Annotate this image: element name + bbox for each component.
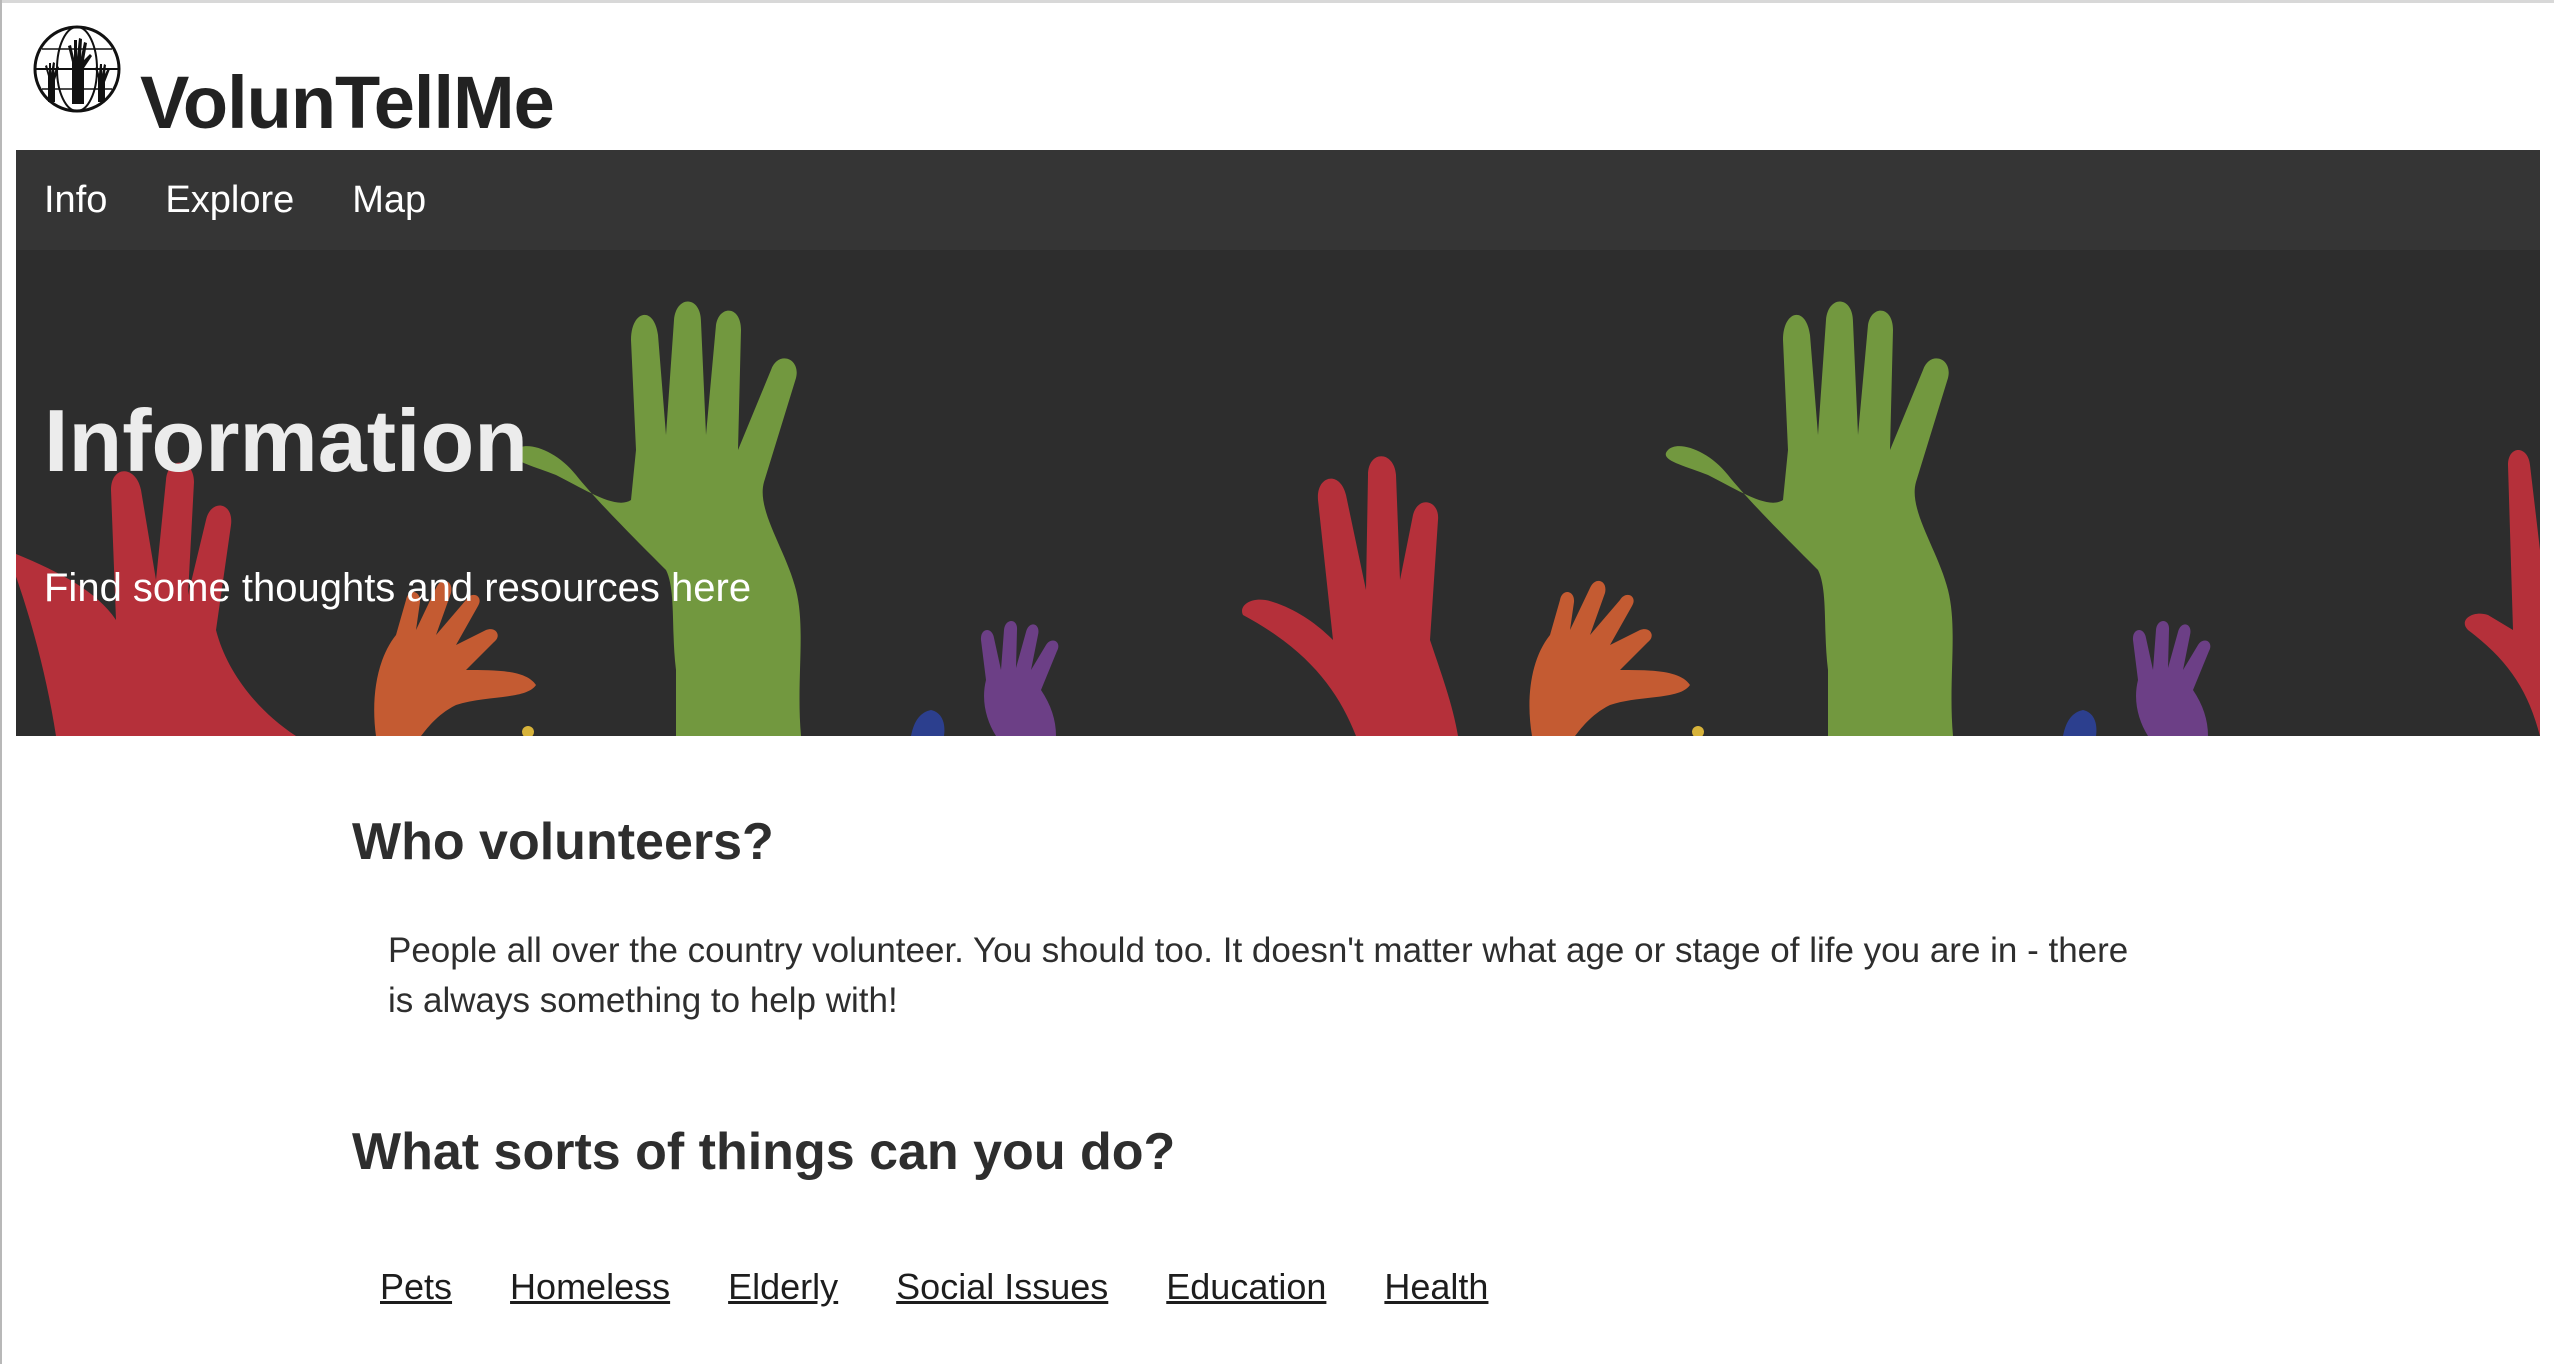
window-top-border [0,0,2554,3]
who-volunteers-heading: Who volunteers? [352,813,774,871]
main-nav: Info Explore Map [16,150,2540,250]
red-hand-mid [1242,456,1458,736]
hero-title: Information [44,391,528,490]
hands-group-right [1242,301,2540,736]
hands-group-left [16,301,1059,736]
category-link-homeless[interactable]: Homeless [510,1266,670,1308]
blue-hand-fragment-left [911,710,945,736]
nav-item-explore[interactable]: Explore [165,179,294,222]
green-hand-right [1665,301,1953,736]
hero-subtitle: Find some thoughts and resources here [44,566,752,610]
category-link-education[interactable]: Education [1166,1266,1326,1308]
raised-hands-globe-icon[interactable] [32,24,122,114]
window-left-border [0,0,2,1364]
blue-hand-fragment-right [2063,710,2097,736]
category-link-social-issues[interactable]: Social Issues [896,1266,1108,1308]
yellow-dot-right [1692,726,1704,736]
hero-banner: Information Find some thoughts and resou… [16,250,2540,736]
green-hand-left [513,301,801,736]
category-link-pets[interactable]: Pets [380,1266,452,1308]
category-link-elderly[interactable]: Elderly [728,1266,838,1308]
yellow-dot-left [522,726,534,736]
orange-hand-mid [1529,580,1690,736]
purple-hand-left [980,621,1059,736]
who-volunteers-text: People all over the country volunteer. Y… [388,931,2129,1020]
purple-hand-right [2132,621,2211,736]
red-hand-right [2464,450,2540,736]
nav-item-info[interactable]: Info [44,179,107,222]
nav-item-map[interactable]: Map [352,179,426,222]
what-can-you-do-heading: What sorts of things can you do? [352,1123,1176,1181]
site-brand[interactable]: VolunTellMe [140,60,555,145]
category-link-health[interactable]: Health [1384,1266,1488,1308]
raised-hands-illustration [16,301,2540,736]
category-links: Pets Homeless Elderly Social Issues Educ… [380,1266,1546,1308]
